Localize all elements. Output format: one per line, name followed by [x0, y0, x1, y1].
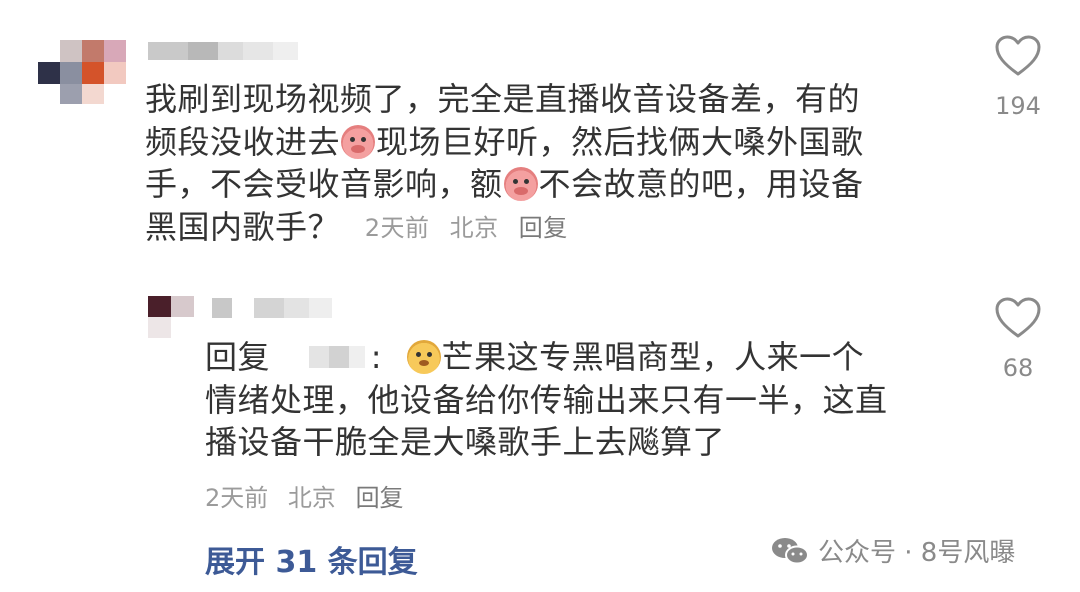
reply-button[interactable]: 回复 — [356, 484, 404, 512]
heart-outline-icon — [995, 35, 1041, 76]
expand-replies-button[interactable]: 展开 31 条回复 — [205, 537, 418, 581]
like-count: 68 — [1002, 354, 1034, 382]
comment-location: 北京 — [287, 484, 336, 512]
pig-emoji-icon — [341, 124, 376, 159]
dog-emoji-icon — [406, 340, 441, 374]
comment-line: 黑国内歌手？ 2天前 北京 回复 — [145, 207, 568, 246]
reply-prefix: 回复 — [205, 338, 271, 376]
like-count: 194 — [995, 92, 1041, 120]
like-button[interactable]: 194 — [978, 34, 1058, 120]
comment-line: 播设备干脆全是大嗓歌手上去飚算了 — [205, 423, 726, 461]
comment-location: 北京 — [449, 213, 499, 242]
avatar[interactable] — [38, 40, 128, 104]
watermark-text: 公众号 · 8号风曝 — [818, 538, 1016, 568]
comment-time: 2天前 — [364, 213, 430, 242]
heart-outline-icon — [995, 297, 1041, 338]
comment-line: 我刷到现场视频了，完全是直播收音设备差，有的 — [145, 80, 861, 118]
mentioned-user[interactable] — [281, 342, 371, 372]
comment-body: 我刷到现场视频了，完全是直播收音设备差，有的 频段没收进去 现场巨好听，然后找俩大… — [145, 78, 864, 249]
pig-emoji-icon — [503, 167, 538, 201]
comment-line: 手，不会受收音影响，额 不会故意的吧，用设备 — [145, 165, 864, 203]
username[interactable] — [212, 298, 332, 320]
comment-line: 回复 : 芒果这专黑唱商型，人来一个 — [205, 338, 865, 376]
username[interactable] — [148, 40, 298, 62]
reply-button[interactable]: 回复 — [519, 214, 568, 242]
comment-line: 频段没收进去 现场巨好听，然后找俩大嗓外国歌 — [145, 122, 864, 161]
watermark: 公众号 · 8号风曝 — [770, 532, 1015, 569]
avatar[interactable] — [148, 296, 194, 338]
like-button[interactable]: 68 — [978, 296, 1058, 382]
comment-line: 情绪处理，他设备给你传输出来只有一半，这直 — [205, 380, 888, 419]
comment-time: 2天前 — [205, 484, 269, 512]
wechat-icon — [772, 537, 809, 564]
comment-body: 回复 : 芒果这专黑唱商型，人来一个 情绪处理，他设备给你传输出来只有一半，这直… — [205, 336, 888, 464]
